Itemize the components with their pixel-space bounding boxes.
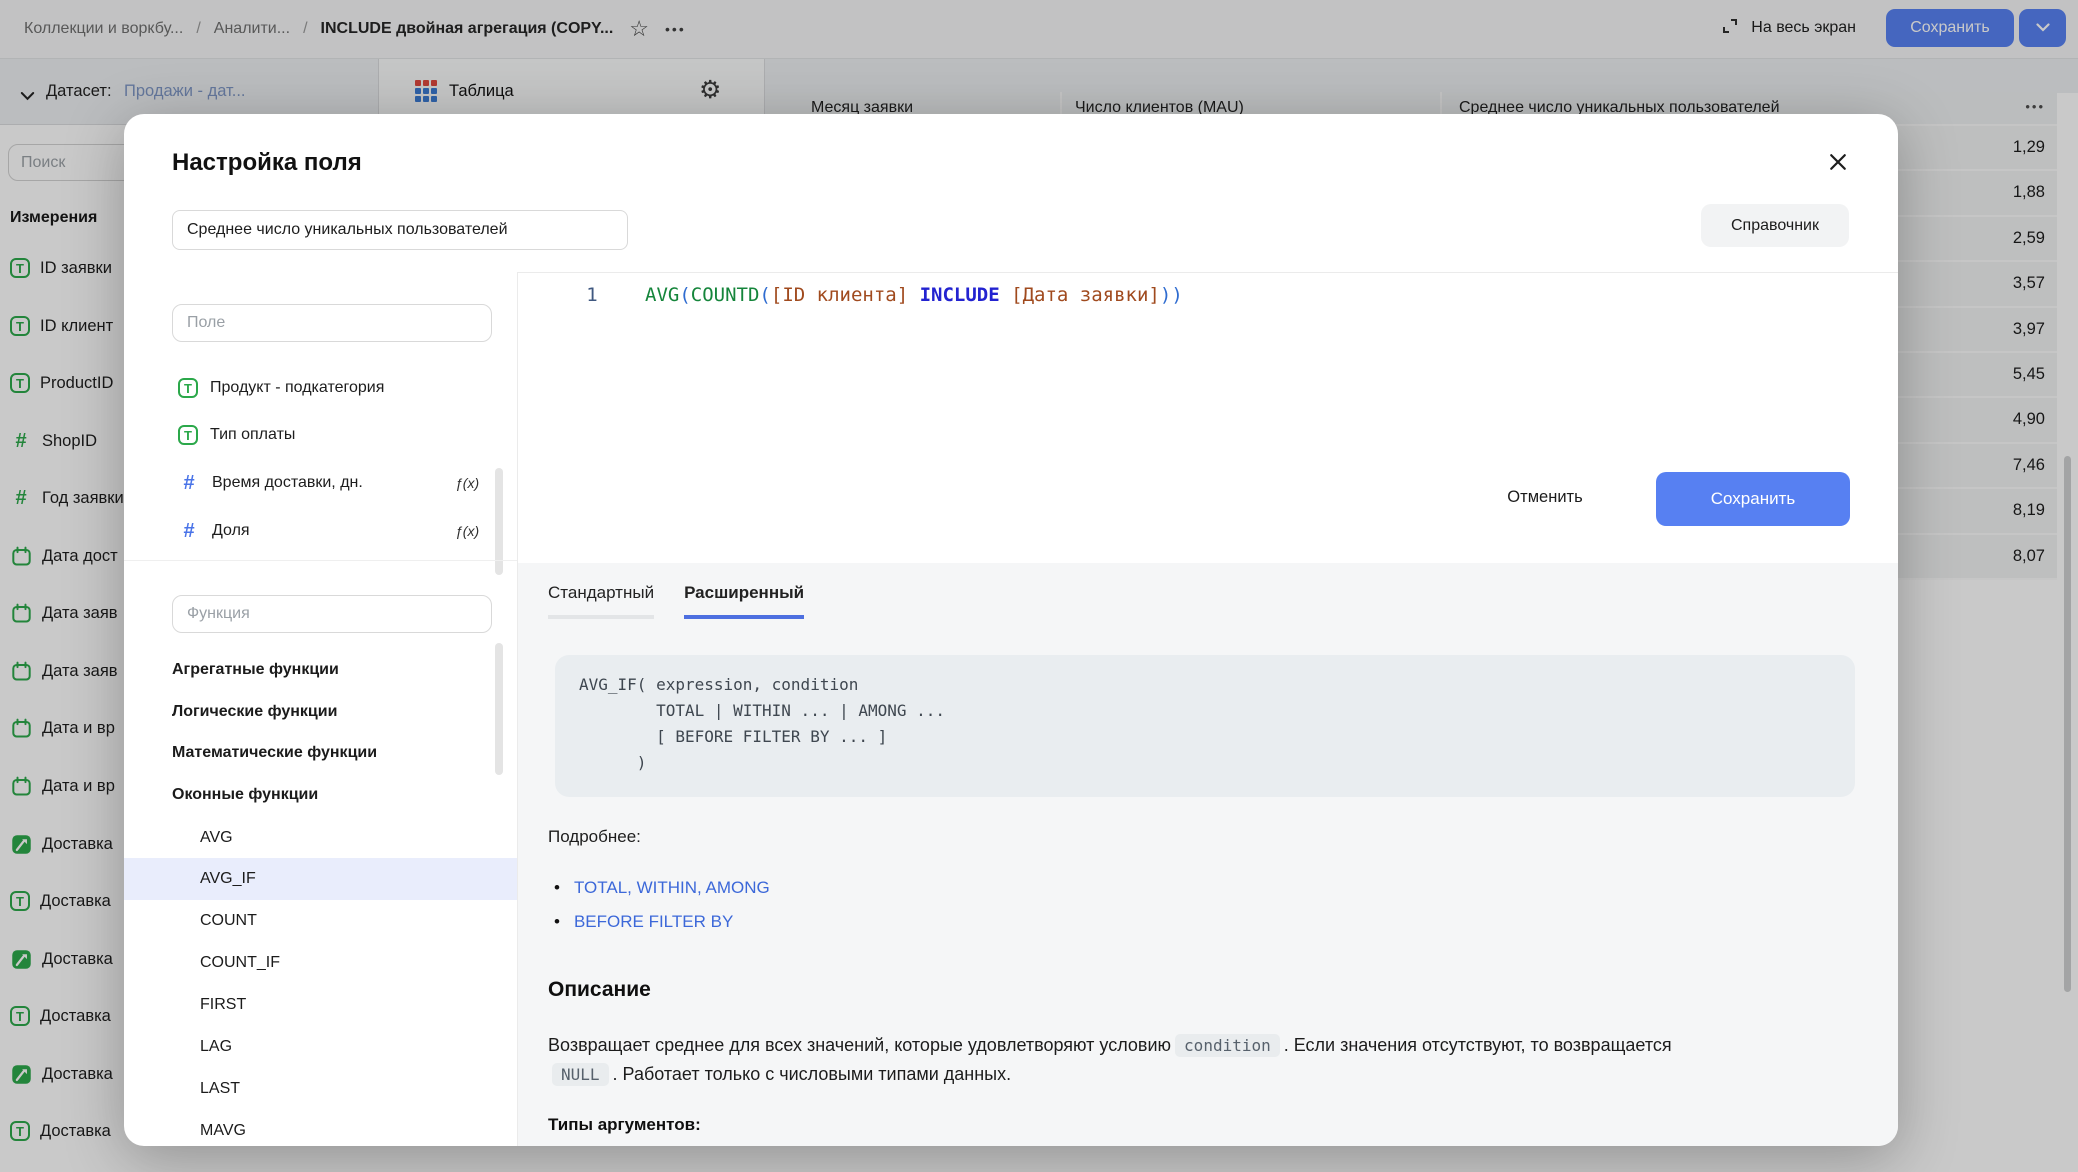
formula-token: AVG	[645, 284, 679, 306]
description-title: Описание	[548, 978, 651, 1002]
function-item[interactable]: FIRST	[124, 984, 517, 1026]
tab-advanced[interactable]: Расширенный	[684, 583, 804, 619]
formula-editor[interactable]: 1 AVG(COUNTD([ID клиента] INCLUDE [Дата …	[518, 272, 1898, 563]
formula-token: [Дата заявки]	[1011, 284, 1160, 306]
function-help-panel: Стандартный Расширенный AVG_IF( expressio…	[518, 563, 1898, 1146]
doc-links: • TOTAL, WITHIN, AMONG • BEFORE FILTER BY	[554, 871, 770, 939]
function-category[interactable]: Логические функции	[124, 691, 517, 733]
formula-token: [ID клиента]	[771, 284, 908, 306]
function-item[interactable]: MAVG	[124, 1110, 517, 1152]
more-label: Подробнее:	[548, 827, 641, 847]
app: Коллекции и воркбу.../Аналити.../INCLUDE…	[0, 0, 2078, 1172]
formula-token: INCLUDE	[920, 284, 1000, 306]
function-item[interactable]: AVG_IF	[124, 858, 517, 900]
function-category[interactable]: Агрегатные функции	[124, 649, 517, 691]
bullet: •	[554, 878, 560, 898]
help-tabs: Стандартный Расширенный	[548, 583, 804, 619]
formula-token	[1000, 284, 1011, 306]
cancel-button[interactable]: Отменить	[1475, 477, 1615, 517]
argument-types-label: Типы аргументов:	[548, 1115, 701, 1135]
formula-token: (	[759, 284, 770, 306]
formula-token: )	[1171, 284, 1182, 306]
field-settings-modal: Настройка поля Справочник TПродукт - под…	[124, 114, 1898, 1146]
function-signature: AVG_IF( expression, condition TOTAL | WI…	[555, 655, 1855, 793]
function-category[interactable]: Оконные функции	[124, 774, 517, 816]
function-list-scrollbar[interactable]	[495, 643, 503, 775]
line-number: 1	[579, 284, 605, 306]
formula-token: COUNTD	[691, 284, 760, 306]
doc-link[interactable]: TOTAL, WITHIN, AMONG	[574, 878, 770, 898]
function-item[interactable]: COUNT	[124, 900, 517, 942]
function-item[interactable]: AVG	[124, 817, 517, 859]
description-text: . Если значения отсутствуют, то возвраща…	[1284, 1035, 1672, 1055]
function-item[interactable]: COUNT_IF	[124, 942, 517, 984]
description-paragraph: Возвращает среднее для всех значений, ко…	[548, 1031, 1878, 1089]
description-text: Возвращает среднее для всех значений, ко…	[548, 1035, 1171, 1055]
bullet: •	[554, 912, 560, 932]
inline-code-chip: NULL	[552, 1063, 609, 1086]
tab-standard[interactable]: Стандартный	[548, 583, 654, 619]
modal-save-button[interactable]: Сохранить	[1656, 472, 1850, 526]
doc-link-row: • TOTAL, WITHIN, AMONG	[554, 871, 770, 905]
formula-token: (	[679, 284, 690, 306]
formula-token	[908, 284, 919, 306]
formula-token: )	[1160, 284, 1171, 306]
inline-code-chip: condition	[1175, 1034, 1280, 1057]
function-signature-block: AVG_IF( expression, condition TOTAL | WI…	[555, 655, 1855, 797]
formula-code[interactable]: AVG(COUNTD([ID клиента] INCLUDE [Дата за…	[645, 284, 1183, 306]
description-text: . Работает только с числовыми типами дан…	[613, 1064, 1012, 1084]
doc-link-row: • BEFORE FILTER BY	[554, 905, 770, 939]
function-item[interactable]: LAST	[124, 1068, 517, 1110]
function-category[interactable]: Математические функции	[124, 732, 517, 774]
function-item[interactable]: LAG	[124, 1026, 517, 1068]
doc-link[interactable]: BEFORE FILTER BY	[574, 912, 733, 932]
